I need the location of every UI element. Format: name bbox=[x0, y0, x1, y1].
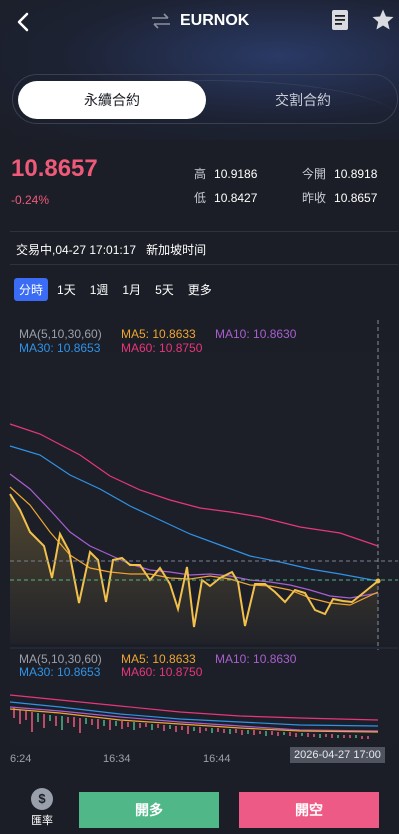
divider bbox=[10, 231, 398, 232]
exchange-rate-label: 匯率 bbox=[31, 815, 53, 827]
stat-open: 今開 10.8918 bbox=[302, 165, 377, 182]
tab-perpetual[interactable]: 永續合約 bbox=[18, 81, 206, 119]
last-price: 10.8657 bbox=[11, 155, 98, 182]
stat-low: 低 10.8427 bbox=[194, 189, 257, 206]
star-icon[interactable] bbox=[371, 8, 395, 32]
document-icon[interactable] bbox=[330, 9, 350, 31]
timezone-label: 新加坡时间 bbox=[146, 243, 207, 257]
tab-period-intraday[interactable]: 分時 bbox=[14, 278, 49, 301]
open-label: 今開 bbox=[302, 167, 327, 181]
sub-ma30-value: MA30: 10.8653 bbox=[19, 665, 101, 679]
tab-period-1w[interactable]: 1週 bbox=[85, 278, 114, 301]
period-tabs: 分時 1天 1週 1月 5天 更多 bbox=[14, 278, 221, 301]
page-title: EURNOK bbox=[180, 12, 250, 29]
tab-period-1d[interactable]: 1天 bbox=[52, 278, 81, 301]
tab-period-1m[interactable]: 1月 bbox=[117, 278, 146, 301]
prev-label: 昨收 bbox=[302, 191, 327, 205]
low-value: 10.8427 bbox=[214, 191, 258, 205]
trading-status: 交易中,04-27 17:01:17 新加坡时间 bbox=[16, 241, 206, 258]
x-tick-label: 16:34 bbox=[103, 753, 131, 765]
exchange-rate-button[interactable]: $ 匯率 bbox=[22, 788, 62, 828]
open-long-button[interactable]: 開多 bbox=[79, 792, 219, 828]
high-value: 10.9186 bbox=[214, 167, 258, 181]
sub-ma60-value: MA60: 10.8750 bbox=[121, 665, 203, 679]
stat-prev: 昨收 10.8657 bbox=[302, 189, 377, 206]
title-bar: EURNOK bbox=[150, 12, 249, 30]
tab-delivery[interactable]: 交割合約 bbox=[210, 81, 396, 119]
divider bbox=[10, 264, 398, 265]
low-label: 低 bbox=[194, 191, 207, 205]
open-short-button[interactable]: 開空 bbox=[239, 792, 379, 828]
price-change: -0.24% bbox=[11, 193, 50, 207]
contract-type-switch: 永續合約 交割合約 bbox=[12, 74, 398, 124]
sub-ma-params: MA(5,10,30,60) bbox=[19, 652, 102, 666]
crosshair-time-label: 2026-04-27 17:00 bbox=[290, 747, 385, 763]
sub-ma5-value: MA5: 10.8633 bbox=[121, 652, 196, 666]
prev-value: 10.8657 bbox=[334, 191, 378, 205]
sub-ma10-value: MA10: 10.8630 bbox=[215, 652, 297, 666]
x-tick-label: 6:24 bbox=[10, 753, 32, 765]
open-value: 10.8918 bbox=[334, 167, 378, 181]
last-point-marker bbox=[375, 578, 381, 584]
tab-period-5d[interactable]: 5天 bbox=[150, 278, 179, 301]
price-chart[interactable] bbox=[0, 320, 399, 776]
high-label: 高 bbox=[194, 167, 207, 181]
tab-period-more[interactable]: 更多 bbox=[183, 278, 217, 301]
swap-icon[interactable] bbox=[150, 13, 172, 29]
dollar-icon: $ bbox=[31, 788, 53, 810]
back-icon[interactable] bbox=[12, 10, 36, 34]
status-text: 交易中,04-27 17:01:17 bbox=[16, 243, 137, 257]
x-tick-label: 16:44 bbox=[203, 753, 231, 765]
stat-high: 高 10.9186 bbox=[194, 165, 257, 182]
